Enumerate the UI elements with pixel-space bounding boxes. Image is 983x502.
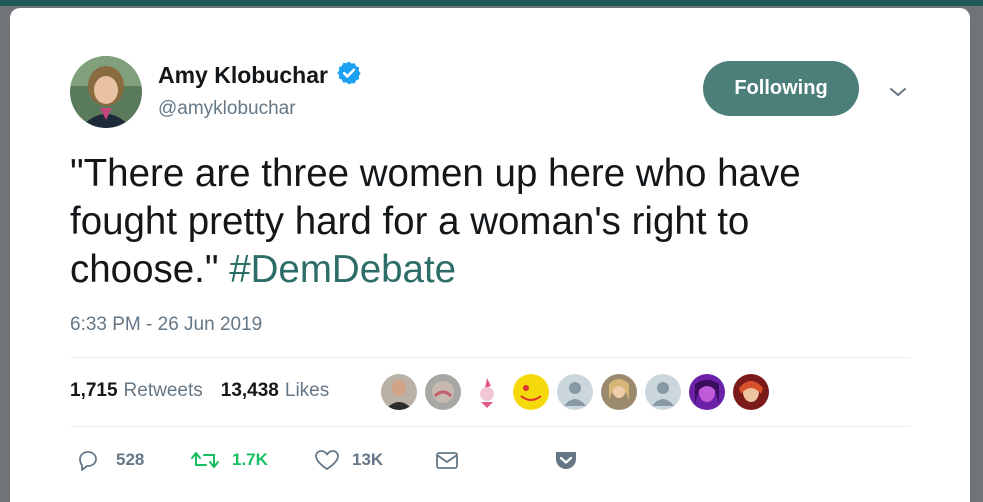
profile-avatar[interactable] (70, 56, 142, 128)
like-count: 13K (352, 450, 384, 469)
following-button[interactable]: Following (703, 61, 859, 116)
share-pocket-icon (553, 448, 579, 472)
likes-stat[interactable]: 13,438 Likes (221, 380, 329, 402)
retweets-stat[interactable]: 1,715 Retweets (70, 380, 203, 402)
direct-message-button[interactable] (434, 448, 460, 472)
liker-avatar[interactable] (425, 374, 461, 410)
tweet-text-line: choose." #DemDebate (70, 246, 910, 294)
retweet-icon (190, 448, 220, 472)
hashtag-link[interactable]: #DemDebate (229, 248, 456, 291)
tweet-text-segment: choose." (70, 248, 230, 291)
liker-avatar[interactable] (601, 374, 637, 410)
liker-avatar[interactable] (557, 374, 593, 410)
author-handle[interactable]: @amyklobuchar (158, 98, 296, 120)
chevron-down-icon[interactable] (886, 80, 910, 104)
liker-avatar[interactable] (645, 374, 681, 410)
likes-label: Likes (284, 380, 330, 401)
tweet-action-bar: 528 1.7K 13K (70, 448, 910, 482)
divider (70, 357, 910, 358)
tweet-text-line: "There are three women up here who have (70, 152, 801, 195)
tweet-text-line: fought pretty hard for a woman's right t… (70, 200, 750, 243)
like-icon (314, 448, 340, 472)
retweet-count: 1.7K (232, 450, 268, 469)
liker-avatar[interactable] (469, 374, 505, 410)
liker-avatar[interactable] (733, 374, 769, 410)
tweet-text: "There are three women up here who have … (70, 150, 910, 294)
reply-icon (76, 448, 100, 472)
retweets-count: 1,715 (70, 380, 118, 401)
liker-avatars (381, 374, 769, 410)
tweet-timestamp[interactable]: 6:33 PM - 26 Jun 2019 (70, 314, 262, 336)
liker-avatar[interactable] (381, 374, 417, 410)
share-button[interactable] (553, 448, 579, 472)
divider (70, 426, 910, 427)
liker-avatar[interactable] (689, 374, 725, 410)
reply-count: 528 (116, 450, 145, 469)
message-icon (434, 448, 460, 472)
likes-count: 13,438 (220, 380, 279, 401)
retweets-label: Retweets (123, 380, 203, 401)
reply-button[interactable]: 528 (76, 448, 144, 472)
author-name-row: Amy Klobuchar (158, 60, 362, 91)
like-button[interactable]: 13K (314, 448, 383, 472)
verified-badge-icon (336, 60, 362, 91)
tweet-stats: 1,715 Retweets 13,438 Likes (70, 380, 347, 402)
retweet-button[interactable]: 1.7K (190, 448, 268, 472)
liker-avatar[interactable] (513, 374, 549, 410)
author-name[interactable]: Amy Klobuchar (158, 62, 328, 89)
